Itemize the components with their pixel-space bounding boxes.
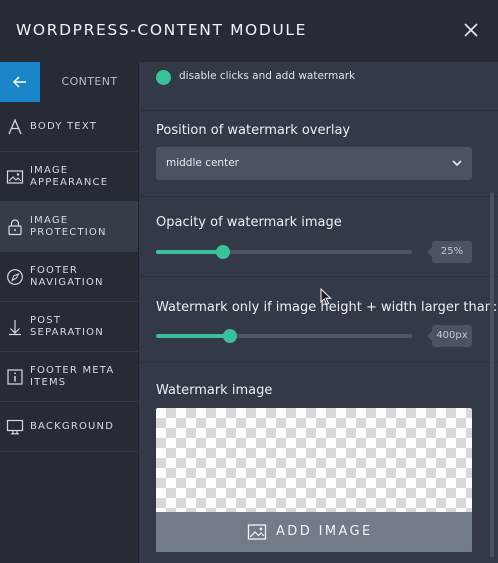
opacity-slider-fill [156, 250, 223, 254]
position-label: Position of watermark overlay [156, 123, 351, 138]
opacity-value: 25% [427, 241, 472, 263]
sidebar-item-image-appearance[interactable]: IMAGE APPEARANCE [0, 152, 138, 202]
add-image-button[interactable]: ADD IMAGE [156, 512, 472, 552]
settings-panel: disable clicks and add watermark Positio… [139, 62, 498, 563]
sidebar: CONTENT BODY TEXT IMAGE APPEARANCE IMAGE… [0, 62, 139, 563]
close-icon[interactable] [458, 17, 484, 43]
position-select-value: middle center [166, 157, 239, 169]
chevron-down-icon [452, 160, 462, 167]
sidebar-item-label: FOOTER META ITEMS [30, 364, 115, 388]
opacity-label: Opacity of watermark image [156, 215, 342, 230]
modal-header: WORDPRESS-CONTENT MODULE [0, 0, 498, 62]
position-select[interactable]: middle center [156, 147, 472, 180]
min-size-slider[interactable] [156, 329, 412, 343]
watermark-image-label: Watermark image [156, 383, 273, 398]
mouse-cursor-icon [320, 288, 332, 306]
scrollbar[interactable] [490, 192, 494, 557]
sidebar-item-footer-meta-items[interactable]: FOOTER META ITEMS [0, 352, 138, 402]
sidebar-item-label: IMAGE APPEARANCE [30, 164, 109, 188]
opacity-slider[interactable] [156, 245, 412, 259]
compass-icon [7, 268, 23, 285]
watermark-toggle-row: disable clicks and add watermark [139, 62, 498, 92]
opacity-section: Opacity of watermark image [139, 196, 498, 276]
arrow-left-icon [12, 76, 26, 88]
watermark-toggle[interactable] [156, 70, 171, 85]
min-size-slider-fill [156, 334, 231, 338]
back-button[interactable] [0, 62, 40, 102]
sidebar-item-post-separation[interactable]: POST SEPARATION [0, 302, 138, 352]
sidebar-item-label: BACKGROUND [30, 420, 115, 432]
watermark-toggle-label: disable clicks and add watermark [179, 70, 356, 82]
image-icon [6, 169, 24, 184]
sidebar-item-image-protection[interactable]: IMAGE PROTECTION [0, 202, 138, 252]
sidebar-item-label: POST SEPARATION [30, 314, 104, 338]
sidebar-item-body-text[interactable]: BODY TEXT [0, 102, 138, 152]
watermark-image-preview: ADD IMAGE [156, 408, 472, 552]
sidebar-item-label: FOOTER NAVIGATION [30, 264, 104, 288]
sidebar-item-label: BODY TEXT [30, 120, 98, 132]
lock-icon [8, 218, 22, 235]
image-icon [247, 524, 267, 540]
info-icon [7, 368, 23, 385]
min-size-value: 400px [427, 325, 472, 347]
letter-a-icon [8, 117, 22, 134]
min-size-section: Watermark only if image height + width l… [139, 276, 498, 362]
sidebar-item-background[interactable]: BACKGROUND [0, 402, 138, 452]
sidebar-header: CONTENT [0, 62, 138, 102]
sidebar-heading: CONTENT [61, 75, 118, 88]
sidebar-item-label: IMAGE PROTECTION [30, 214, 107, 238]
add-image-label: ADD IMAGE [276, 524, 373, 539]
opacity-slider-thumb[interactable] [215, 245, 230, 259]
arrow-down-icon [9, 319, 21, 335]
monitor-icon [6, 419, 24, 434]
sidebar-item-footer-navigation[interactable]: FOOTER NAVIGATION [0, 252, 138, 302]
modal-title: WORDPRESS-CONTENT MODULE [16, 21, 307, 39]
